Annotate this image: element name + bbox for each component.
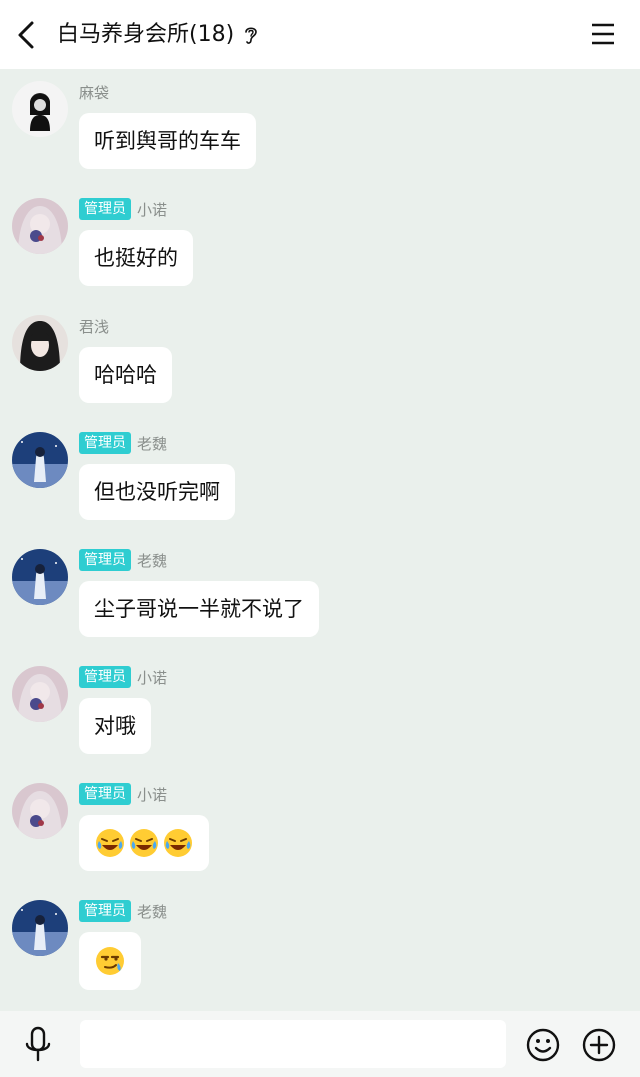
message-input[interactable] (80, 1020, 506, 1068)
group-title-text: 白马养身会所(18) (57, 22, 235, 47)
plus-circle-icon[interactable] (581, 1027, 617, 1063)
message-meta: 管理员 小诺 (79, 198, 167, 220)
message-meta: 管理员 老魏 (79, 549, 167, 571)
message-meta: 管理员 小诺 (79, 783, 167, 805)
message-bubble[interactable]: 哈哈哈 (79, 347, 172, 403)
sender-nickname: 老魏 (137, 551, 168, 570)
sender-nickname: 麻袋 (79, 83, 110, 102)
group-title: 白马养身会所(18) (57, 19, 260, 51)
microphone-icon[interactable] (22, 1026, 54, 1064)
avatar-laowei[interactable] (12, 432, 68, 488)
avatar-xiaonuo[interactable] (12, 198, 68, 254)
admin-badge: 管理员 (79, 198, 131, 220)
avatar-xiaonuo[interactable] (12, 783, 68, 839)
sender-nickname: 小诺 (137, 785, 168, 804)
message-meta: 麻袋 (79, 81, 109, 103)
message-meta: 管理员 老魏 (79, 900, 167, 922)
sender-nickname: 老魏 (137, 902, 168, 921)
smiley-icon[interactable] (525, 1027, 561, 1063)
laugh-cry-emoji (164, 829, 192, 857)
admin-badge: 管理员 (79, 432, 131, 454)
laugh-cry-emoji (130, 829, 158, 857)
chevron-left-icon[interactable] (10, 17, 44, 53)
message-list[interactable]: 麻袋 听到舆哥的车车 管理员 小诺 也挺好的 君浅 哈哈哈 管理员 老魏 但也没… (0, 69, 640, 1011)
admin-badge: 管理员 (79, 549, 131, 571)
message-bubble[interactable]: 但也没听完啊 (79, 464, 235, 520)
message-meta: 管理员 老魏 (79, 432, 167, 454)
admin-badge: 管理员 (79, 900, 131, 922)
message-meta: 君浅 (79, 315, 109, 337)
message-bubble[interactable]: 尘子哥说一半就不说了 (79, 581, 319, 637)
message-meta: 管理员 小诺 (79, 666, 167, 688)
chat-header: 白马养身会所(18) (0, 0, 640, 69)
avatar-laowei[interactable] (12, 549, 68, 605)
message-bubble[interactable] (79, 932, 141, 990)
input-bar (0, 1011, 640, 1077)
sender-nickname: 老魏 (137, 434, 168, 453)
hamburger-menu-icon[interactable] (590, 22, 616, 46)
emoji-row (94, 815, 194, 871)
laugh-cry-emoji (96, 829, 124, 857)
message-bubble[interactable] (79, 815, 209, 871)
message-bubble[interactable]: 听到舆哥的车车 (79, 113, 256, 169)
avatar-madai[interactable] (12, 81, 68, 137)
ear-icon[interactable] (242, 24, 260, 46)
avatar-xiaonuo[interactable] (12, 666, 68, 722)
sender-nickname: 小诺 (137, 668, 168, 687)
emoji-row (94, 932, 126, 990)
message-bubble[interactable]: 也挺好的 (79, 230, 193, 286)
message-bubble[interactable]: 对哦 (79, 698, 151, 754)
avatar-junqian[interactable] (12, 315, 68, 371)
admin-badge: 管理员 (79, 783, 131, 805)
smirk-emoji (96, 947, 124, 975)
avatar-laowei[interactable] (12, 900, 68, 956)
sender-nickname: 小诺 (137, 200, 168, 219)
admin-badge: 管理员 (79, 666, 131, 688)
sender-nickname: 君浅 (79, 317, 110, 336)
